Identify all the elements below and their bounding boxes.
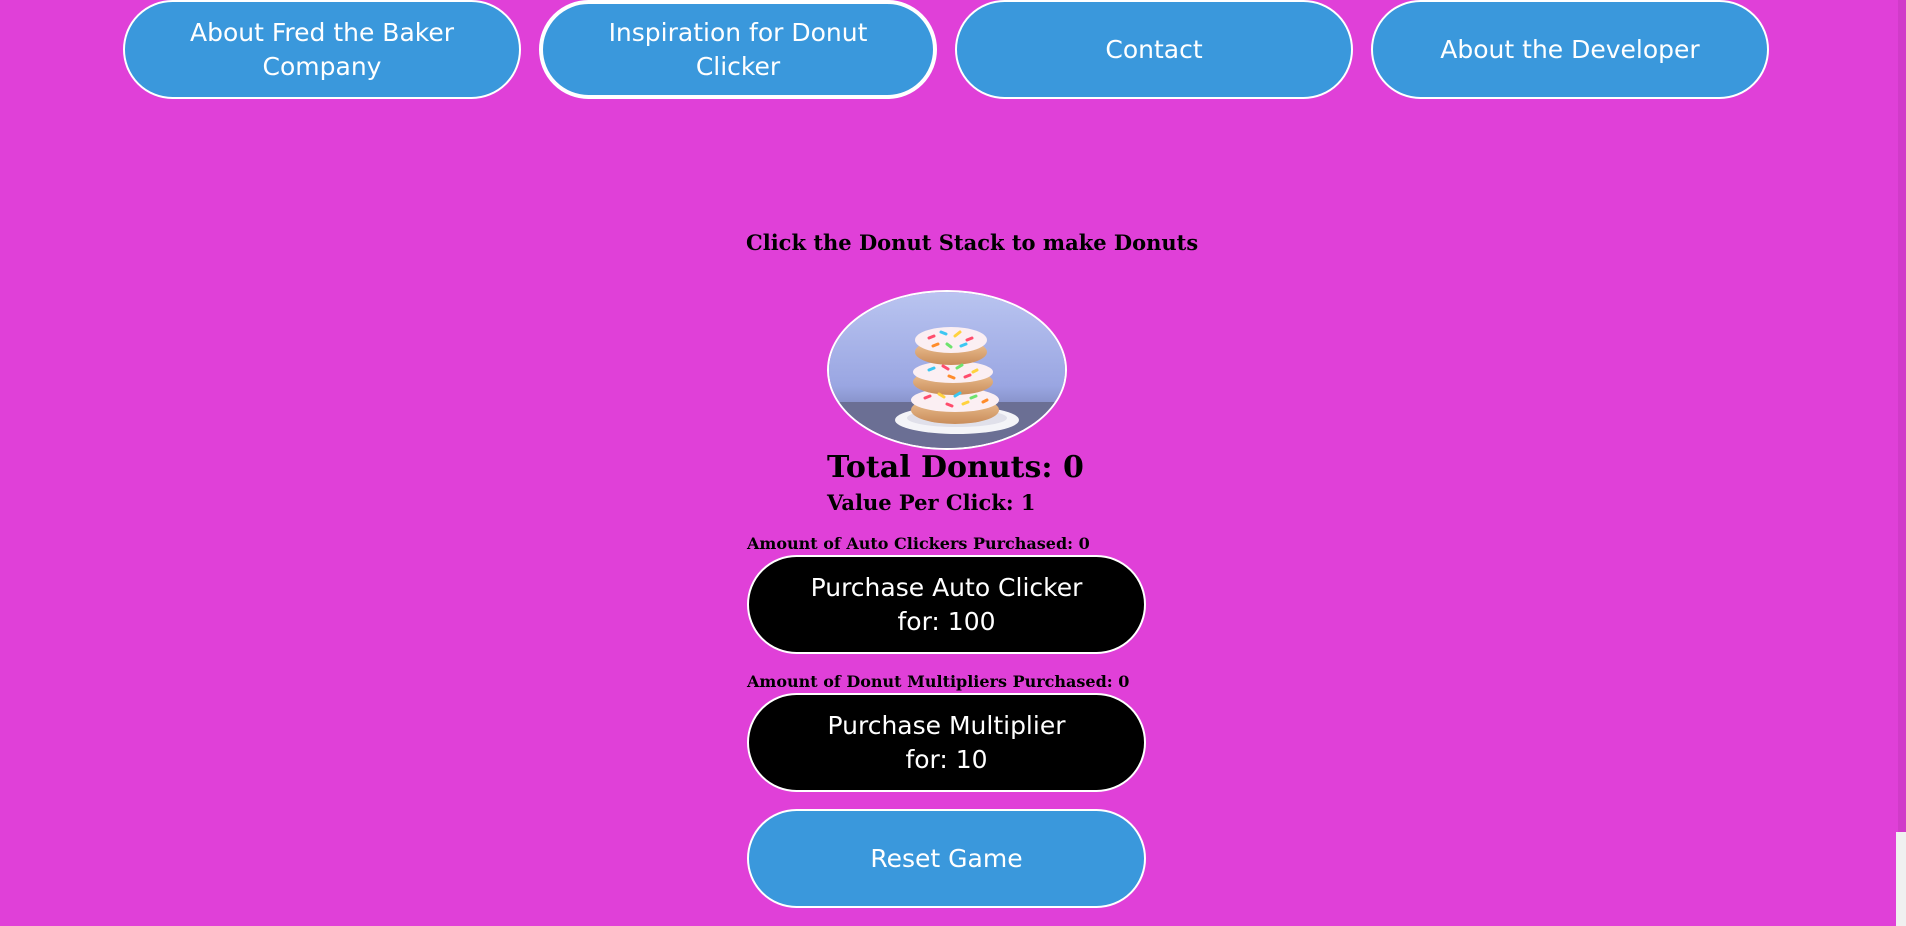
total-donuts: Total Donuts: 0 <box>827 450 1084 485</box>
nav-about-developer-button[interactable]: About the Developer <box>1371 0 1769 99</box>
donut-stack-button[interactable] <box>827 290 1067 450</box>
value-per-click: Value Per Click: 1 <box>827 490 1036 515</box>
nav-inspiration-button[interactable]: Inspiration for Donut Clicker <box>539 0 937 99</box>
scrollbar-thumb[interactable] <box>1898 0 1906 832</box>
donut-stack-image <box>829 292 1065 448</box>
scrollbar-track-end <box>1896 832 1906 926</box>
game-instruction: Click the Donut Stack to make Donuts <box>746 230 1199 255</box>
purchase-multiplier-button[interactable]: Purchase Multiplier for: 10 <box>747 693 1146 792</box>
multipliers-count: Amount of Donut Multipliers Purchased: 0 <box>747 672 1130 691</box>
nav-about-company-button[interactable]: About Fred the Baker Company <box>123 0 521 99</box>
reset-game-button[interactable]: Reset Game <box>747 809 1146 908</box>
purchase-auto-clicker-button[interactable]: Purchase Auto Clicker for: 100 <box>747 555 1146 654</box>
auto-clickers-count: Amount of Auto Clickers Purchased: 0 <box>747 534 1090 553</box>
scrollbar[interactable] <box>1896 0 1906 926</box>
nav-contact-button[interactable]: Contact <box>955 0 1353 99</box>
